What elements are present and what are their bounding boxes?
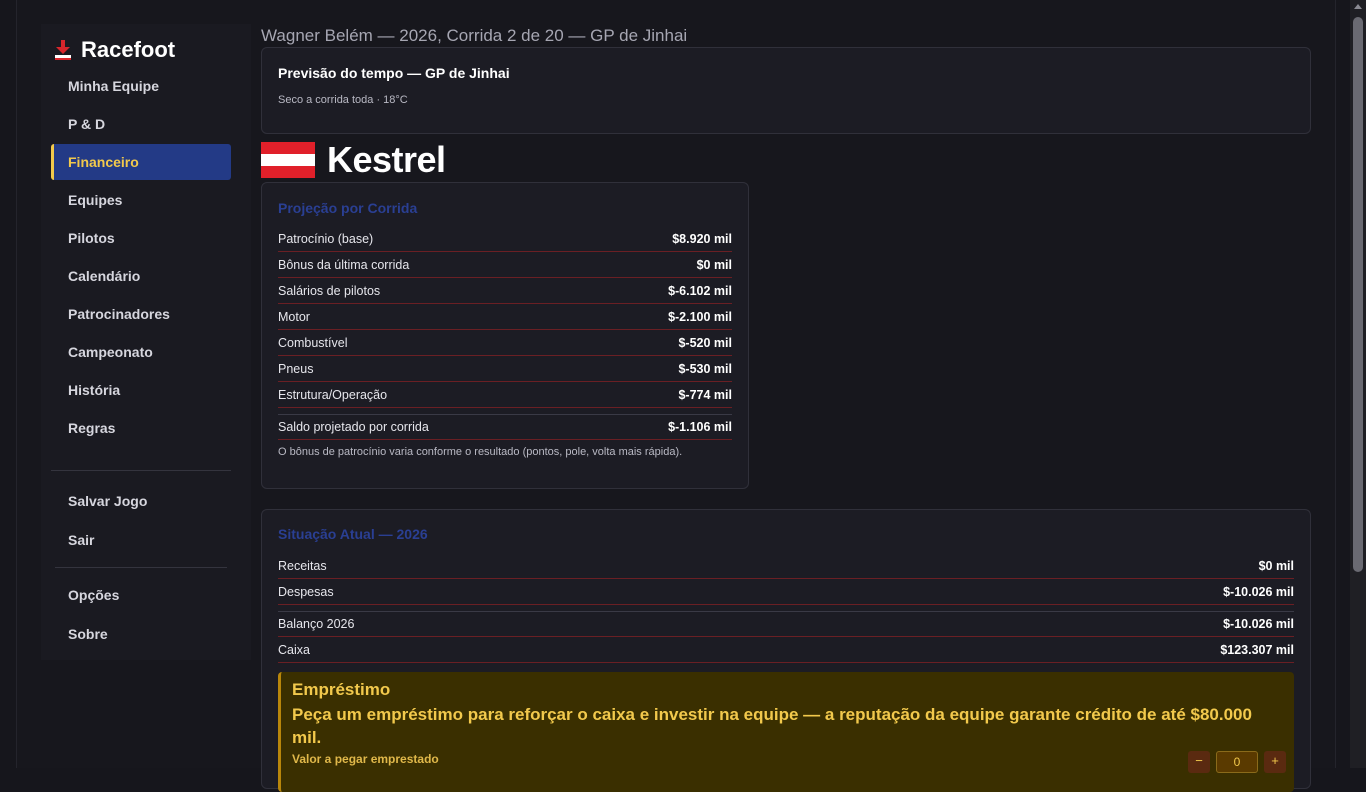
table-row: Motor $-2.100 mil xyxy=(278,304,732,330)
table-row: Balanço 2026 $-10.026 mil xyxy=(278,611,1294,637)
flag-stripe-middle xyxy=(261,154,315,166)
decrease-button[interactable]: − xyxy=(1188,751,1210,773)
projection-table: Patrocínio (base) $8.920 mil Bônus da últ… xyxy=(278,226,732,458)
row-label: Despesas xyxy=(278,584,334,599)
loan-amount-stepper: − 0 + xyxy=(1188,751,1286,773)
projection-note: O bônus de patrocínio varia conforme o r… xyxy=(278,446,683,458)
nav-item-minha-equipe[interactable]: Minha Equipe xyxy=(51,68,231,104)
sidebar-divider xyxy=(51,470,231,471)
row-value: $-530 mil xyxy=(678,361,732,376)
page-scrollbar[interactable] xyxy=(1350,0,1366,768)
row-value: $-10.026 mil xyxy=(1223,617,1294,631)
scrollbar-thumb[interactable] xyxy=(1353,17,1363,572)
table-row: Despesas $-10.026 mil xyxy=(278,579,1294,605)
game-actions: Salvar Jogo Sair xyxy=(51,482,231,560)
loan-amount-label: Valor a pegar emprestado xyxy=(292,752,439,766)
sidebar: Racefoot Minha Equipe P & D Financeiro E… xyxy=(41,24,251,660)
row-value: $0 mil xyxy=(696,257,732,272)
row-label: Balanço 2026 xyxy=(278,617,355,631)
loan-panel: Empréstimo Peça um empréstimo para refor… xyxy=(278,672,1294,792)
table-row: Caixa $123.307 mil xyxy=(278,637,1294,663)
increase-button[interactable]: + xyxy=(1264,751,1286,773)
weather-forecast: Seco a corrida toda · 18°C xyxy=(278,94,408,106)
nav-item-financeiro[interactable]: Financeiro xyxy=(51,144,231,180)
row-value: $0 mil xyxy=(1258,558,1294,573)
row-label: Motor xyxy=(278,309,310,324)
app-window: Racefoot Minha Equipe P & D Financeiro E… xyxy=(16,0,1336,792)
table-row: Patrocínio (base) $8.920 mil xyxy=(278,226,732,252)
scroll-up-arrow-icon[interactable] xyxy=(1354,4,1362,9)
row-label: Combustível xyxy=(278,335,348,350)
racefoot-logo-icon xyxy=(55,40,71,60)
loan-description: Peça um empréstimo para reforçar o caixa… xyxy=(292,705,1252,747)
row-value: $8.920 mil xyxy=(672,231,732,246)
row-value: $-6.102 mil xyxy=(668,283,732,298)
table-row: Salários de pilotos $-6.102 mil xyxy=(278,278,732,304)
row-label: Salários de pilotos xyxy=(278,283,381,298)
page-header: Wagner Belém — 2026, Corrida 2 de 20 — G… xyxy=(261,26,688,45)
projection-card: Projeção por Corrida Patrocínio (base) $8… xyxy=(261,182,749,489)
nav-item-calendario[interactable]: Calendário xyxy=(51,258,231,294)
row-label: Caixa xyxy=(278,642,310,657)
status-table: Receitas $0 mil Despesas $-10.026 mil Bala… xyxy=(278,553,1294,663)
team-heading: Kestrel xyxy=(261,139,446,180)
about-button[interactable]: Sobre xyxy=(51,615,231,653)
nav-item-historia[interactable]: História xyxy=(51,372,231,408)
weather-title: Previsão do tempo — GP de Jinhai xyxy=(278,65,510,81)
table-row: Estrutura/Operação $-774 mil xyxy=(278,382,732,408)
row-label: Receitas xyxy=(278,558,327,573)
row-value: $-774 mil xyxy=(678,387,732,402)
row-value: $123.307 mil xyxy=(1220,642,1294,657)
table-row: Combustível $-520 mil xyxy=(278,330,732,356)
row-label: Saldo projetado por corrida xyxy=(278,420,429,434)
extra-actions: Opções Sobre xyxy=(51,576,231,654)
exit-button[interactable]: Sair xyxy=(51,521,231,559)
flag-stripe-top xyxy=(261,142,315,154)
table-row: Receitas $0 mil xyxy=(278,553,1294,579)
loan-title: Empréstimo xyxy=(292,680,391,699)
nav-item-pilotos[interactable]: Pilotos xyxy=(51,220,231,256)
row-value: $-1.106 mil xyxy=(668,420,732,434)
row-label: Bônus da última corrida xyxy=(278,257,410,272)
flag-stripe-bottom xyxy=(261,166,315,178)
team-name: Kestrel xyxy=(327,139,446,180)
main-nav: Minha Equipe P & D Financeiro Equipes Pi… xyxy=(51,68,231,448)
row-label: Patrocínio (base) xyxy=(278,231,374,246)
projection-total-row: Saldo projetado por corrida $-1.106 mil xyxy=(278,414,732,440)
nav-item-patrocinadores[interactable]: Patrocinadores xyxy=(51,296,231,332)
loan-amount-input[interactable]: 0 xyxy=(1216,751,1258,773)
brand[interactable]: Racefoot xyxy=(53,36,175,64)
row-label: Pneus xyxy=(278,361,314,376)
weather-card: Previsão do tempo — GP de Jinhai Seco a … xyxy=(261,47,1311,134)
row-label: Estrutura/Operação xyxy=(278,387,388,402)
nav-item-equipes[interactable]: Equipes xyxy=(51,182,231,218)
team-flag xyxy=(261,142,315,178)
status-title: Situação Atual — 2026 xyxy=(278,526,428,542)
options-button[interactable]: Opções xyxy=(51,576,231,614)
projection-title: Projeção por Corrida xyxy=(278,200,418,216)
nav-item-p-d[interactable]: P & D xyxy=(51,106,231,142)
row-value: $-10.026 mil xyxy=(1223,584,1294,599)
table-row: Pneus $-530 mil xyxy=(278,356,732,382)
nav-item-campeonato[interactable]: Campeonato xyxy=(51,334,231,370)
status-card: Situação Atual — 2026 Receitas $0 mil Des… xyxy=(261,509,1311,792)
row-value: $-2.100 mil xyxy=(668,309,732,324)
sidebar-divider xyxy=(55,567,227,568)
save-game-button[interactable]: Salvar Jogo xyxy=(51,482,231,520)
nav-item-regras[interactable]: Regras xyxy=(51,410,231,446)
app-name: Racefoot xyxy=(81,37,176,62)
row-value: $-520 mil xyxy=(678,335,732,350)
table-row: Bônus da última corrida $0 mil xyxy=(278,252,732,278)
